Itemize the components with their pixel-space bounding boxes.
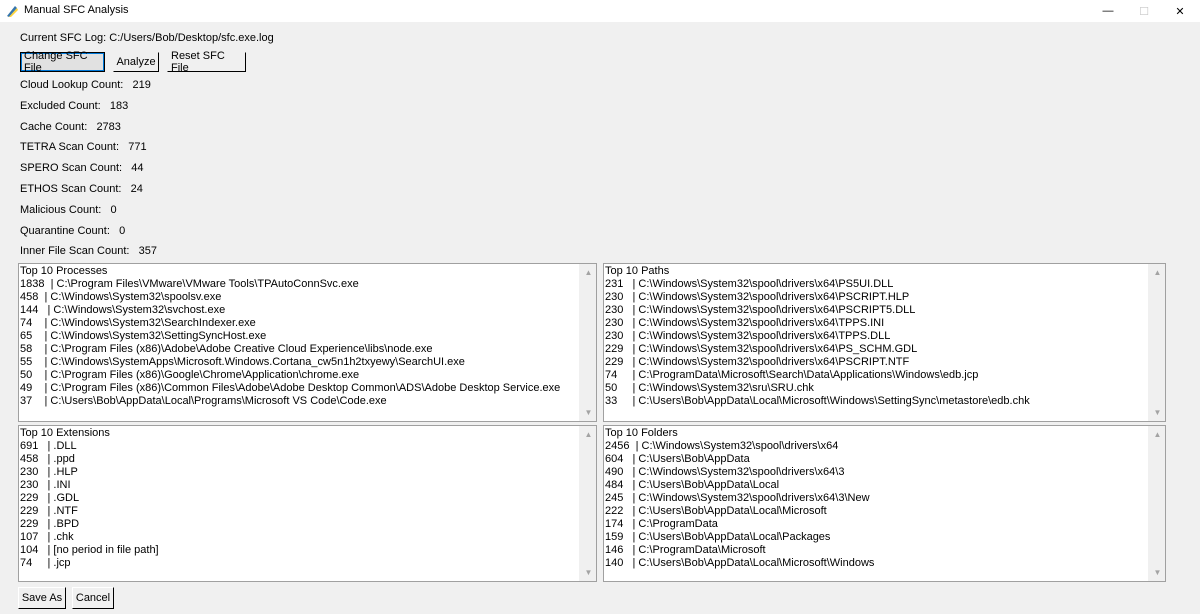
list-item: 230 | .INI (20, 479, 71, 491)
stat-ethos-scan: ETHOS Scan Count: 24 (20, 183, 143, 195)
extensions-scrollbar[interactable]: ▲ ▼ (579, 426, 596, 581)
extensions-title: Top 10 Extensions (20, 427, 110, 439)
processes-text-area[interactable]: Top 10 Processes 1838 | C:\Program Files… (19, 264, 579, 421)
paths-scrollbar[interactable]: ▲ ▼ (1148, 264, 1165, 421)
scroll-down-icon[interactable]: ▼ (580, 404, 596, 421)
processes-text-panel[interactable]: Top 10 Processes 1838 | C:\Program Files… (18, 263, 597, 422)
list-item: 458 | .ppd (20, 453, 75, 465)
list-item: 458 | C:\Windows\System32\spoolsv.exe (20, 291, 222, 303)
current-log-path: C:/Users/Bob/Desktop/sfc.exe.log (109, 32, 274, 44)
stat-cloud-lookup: Cloud Lookup Count: 219 (20, 79, 151, 91)
list-item: 74 | C:\ProgramData\Microsoft\Search\Dat… (605, 369, 979, 381)
save-as-button[interactable]: Save As (18, 587, 66, 609)
processes-title: Top 10 Processes (20, 265, 108, 277)
list-item: 2456 | C:\Windows\System32\spool\drivers… (605, 440, 839, 452)
paths-text-panel[interactable]: Top 10 Paths 231 | C:\Windows\System32\s… (603, 263, 1166, 422)
python-feather-icon (7, 6, 18, 17)
processes-scrollbar[interactable]: ▲ ▼ (579, 264, 596, 421)
list-item: 1838 | C:\Program Files\VMware\VMware To… (20, 278, 359, 290)
list-item: 74 | C:\Windows\System32\SearchIndexer.e… (20, 317, 256, 329)
scroll-up-icon[interactable]: ▲ (1149, 426, 1165, 443)
stat-cache: Cache Count: 2783 (20, 121, 121, 133)
list-item: 230 | C:\Windows\System32\spool\drivers\… (605, 330, 891, 342)
list-item: 229 | C:\Windows\System32\spool\drivers\… (605, 343, 918, 355)
stat-excluded: Excluded Count: 183 (20, 100, 129, 112)
paths-text-area[interactable]: Top 10 Paths 231 | C:\Windows\System32\s… (604, 264, 1148, 421)
minimize-icon: — (1102, 5, 1114, 17)
list-item: 230 | .HLP (20, 466, 78, 478)
close-button[interactable]: ✕ (1157, 0, 1200, 22)
stat-quarantine: Quarantine Count: 0 (20, 225, 126, 237)
list-item: 230 | C:\Windows\System32\spool\drivers\… (605, 304, 916, 316)
list-item: 229 | .NTF (20, 505, 78, 517)
close-icon: ✕ (1175, 5, 1185, 18)
list-item: 107 | .chk (20, 531, 74, 543)
scroll-down-icon[interactable]: ▼ (1149, 404, 1165, 421)
change-sfc-file-button[interactable]: Change SFC File (20, 50, 105, 74)
window-title: Manual SFC Analysis (24, 4, 129, 16)
list-item: 50 | C:\Program Files (x86)\Google\Chrom… (20, 369, 360, 381)
folders-title: Top 10 Folders (605, 427, 678, 439)
extensions-text-panel[interactable]: Top 10 Extensions 691 | .DLL 458 | .ppd … (18, 425, 597, 582)
list-item: 230 | C:\Windows\System32\spool\drivers\… (605, 291, 910, 303)
list-item: 146 | C:\ProgramData\Microsoft (605, 544, 766, 556)
scroll-up-icon[interactable]: ▲ (1149, 264, 1165, 281)
list-item: 58 | C:\Program Files (x86)\Adobe\Adobe … (20, 343, 433, 355)
list-item: 55 | C:\Windows\SystemApps\Microsoft.Win… (20, 356, 465, 368)
list-item: 144 | C:\Windows\System32\svchost.exe (20, 304, 226, 316)
scroll-up-icon[interactable]: ▲ (580, 264, 596, 281)
list-item: 604 | C:\Users\Bob\AppData (605, 453, 750, 465)
list-item: 140 | C:\Users\Bob\AppData\Local\Microso… (605, 557, 875, 569)
list-item: 490 | C:\Windows\System32\spool\drivers\… (605, 466, 845, 478)
extensions-text-area[interactable]: Top 10 Extensions 691 | .DLL 458 | .ppd … (19, 426, 579, 581)
list-item: 159 | C:\Users\Bob\AppData\Local\Package… (605, 531, 831, 543)
paths-title: Top 10 Paths (605, 265, 670, 277)
title-bar: Manual SFC Analysis — ☐ ✕ (0, 0, 1200, 22)
list-item: 74 | .jcp (20, 557, 71, 569)
list-item: 50 | C:\Windows\System32\sru\SRU.chk (605, 382, 814, 394)
list-item: 231 | C:\Windows\System32\spool\drivers\… (605, 278, 894, 290)
list-item: 229 | C:\Windows\System32\spool\drivers\… (605, 356, 910, 368)
folders-scrollbar[interactable]: ▲ ▼ (1148, 426, 1165, 581)
cancel-button[interactable]: Cancel (72, 587, 114, 609)
list-item: 65 | C:\Windows\System32\SettingSyncHost… (20, 330, 267, 342)
list-item: 691 | .DLL (20, 440, 77, 452)
list-item: 245 | C:\Windows\System32\spool\drivers\… (605, 492, 870, 504)
stat-inner-file-scan: Inner File Scan Count: 357 (20, 245, 157, 257)
current-log-label: Current SFC Log: (20, 32, 107, 44)
stat-tetra-scan: TETRA Scan Count: 771 (20, 141, 147, 153)
list-item: 174 | C:\ProgramData (605, 518, 718, 530)
list-item: 229 | .GDL (20, 492, 80, 504)
reset-sfc-file-button[interactable]: Reset SFC File (167, 50, 246, 74)
list-item: 229 | .BPD (20, 518, 80, 530)
scroll-down-icon[interactable]: ▼ (1149, 564, 1165, 581)
list-item: 49 | C:\Program Files (x86)\Common Files… (20, 382, 561, 394)
analyze-button[interactable]: Analyze (113, 52, 159, 72)
current-log-line: Current SFC Log: C:/Users/Bob/Desktop/sf… (20, 32, 274, 44)
folders-text-panel[interactable]: Top 10 Folders 2456 | C:\Windows\System3… (603, 425, 1166, 582)
list-item: 33 | C:\Users\Bob\AppData\Local\Microsof… (605, 395, 1030, 407)
list-item: 37 | C:\Users\Bob\AppData\Local\Programs… (20, 395, 387, 407)
maximize-icon: ☐ (1139, 5, 1149, 18)
folders-text-area[interactable]: Top 10 Folders 2456 | C:\Windows\System3… (604, 426, 1148, 581)
list-item: 484 | C:\Users\Bob\AppData\Local (605, 479, 780, 491)
stat-malicious: Malicious Count: 0 (20, 204, 117, 216)
list-item: 222 | C:\Users\Bob\AppData\Local\Microso… (605, 505, 827, 517)
stat-spero-scan: SPERO Scan Count: 44 (20, 162, 144, 174)
list-item: 104 | [no period in file path] (20, 544, 159, 556)
scroll-down-icon[interactable]: ▼ (580, 564, 596, 581)
list-item: 230 | C:\Windows\System32\spool\drivers\… (605, 317, 885, 329)
scroll-up-icon[interactable]: ▲ (580, 426, 596, 443)
